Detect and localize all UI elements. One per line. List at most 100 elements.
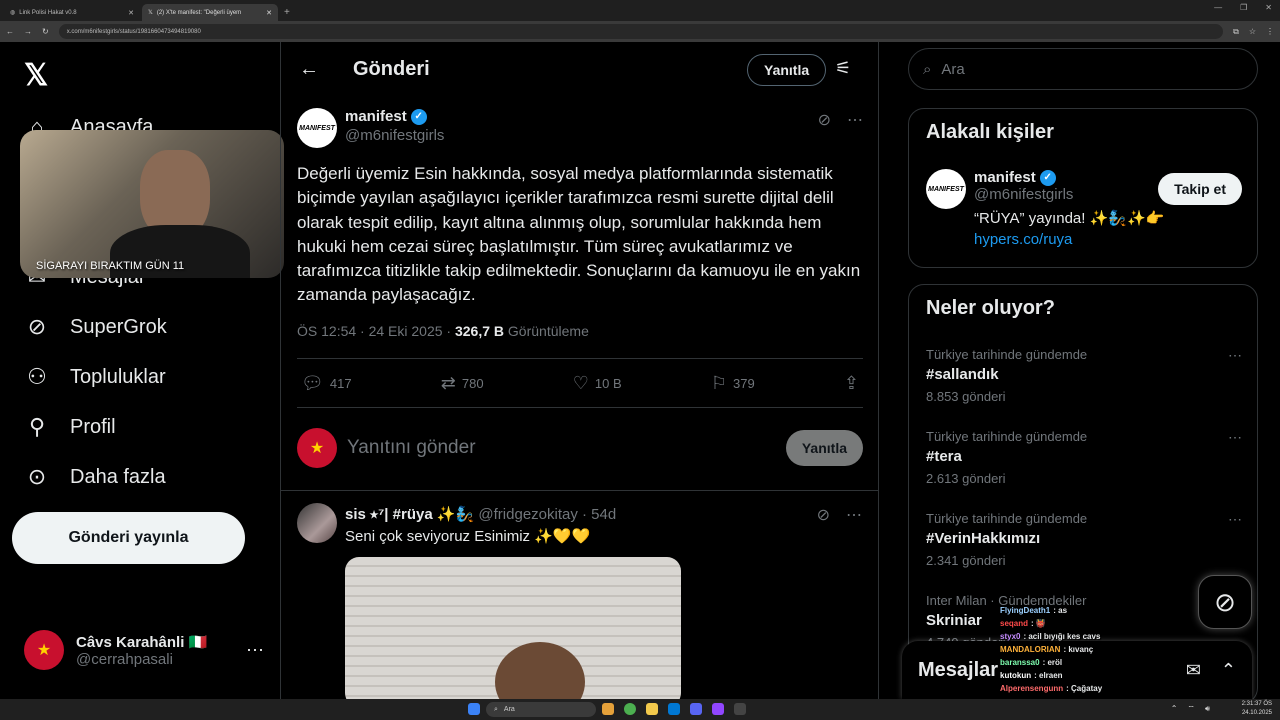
- tweet-time[interactable]: ÖS 12:54 · 24 Eki 2025 ·: [297, 323, 455, 339]
- forward-nav-icon[interactable]: →: [24, 27, 32, 36]
- reply-submit-button[interactable]: Yanıtla: [785, 430, 863, 466]
- chat-message: styx0: acil bıyığı kes cavs: [1000, 630, 1190, 643]
- grok-icon[interactable]: ⊘: [817, 505, 830, 525]
- chat-text: : kıvanç: [1063, 645, 1094, 654]
- verified-badge-icon: ✓: [410, 108, 427, 125]
- grok-icon[interactable]: ⊘: [818, 110, 831, 130]
- clock[interactable]: 2:31:37 ÖS 24.10.2025: [1242, 700, 1272, 718]
- close-tab-icon[interactable]: ✕: [266, 9, 272, 17]
- clock-time: 2:31:37 ÖS: [1241, 701, 1272, 707]
- reply-image[interactable]: [345, 557, 681, 707]
- more-options-icon[interactable]: ⋯: [847, 110, 863, 130]
- related-person[interactable]: MANIFEST manifest ✓ @m6nifestgirls “RÜYA”…: [926, 169, 1242, 248]
- volume-icon[interactable]: 🔊︎: [1205, 704, 1210, 714]
- chrome-icon[interactable]: [624, 703, 636, 715]
- more-options-icon[interactable]: ⋯: [846, 505, 862, 525]
- search-input[interactable]: ⌕ Ara: [908, 48, 1258, 90]
- url-text: x.com/m6nifestgirls/status/1981660473494…: [66, 28, 201, 35]
- bookmark-icon: ⚐: [710, 372, 727, 393]
- chat-message: kutokun: elraen: [1000, 669, 1190, 682]
- trend-item[interactable]: Türkiye tarihinde gündemde #tera 2.613 g…: [926, 429, 1242, 486]
- chat-text: : 👹: [1031, 619, 1046, 628]
- reload-icon[interactable]: ↻: [42, 27, 49, 36]
- chat-message: Alperensengunn: Çağatay: [1000, 682, 1190, 695]
- nav-profile[interactable]: ⚲ Profil: [24, 414, 116, 440]
- browser-menu-icon[interactable]: ⋮: [1266, 27, 1274, 36]
- post-button[interactable]: Gönderi yayınla: [12, 512, 245, 564]
- windows-start-icon[interactable]: [468, 703, 480, 715]
- bookmark-star-icon[interactable]: ☆: [1249, 27, 1256, 36]
- trend-context: Türkiye tarihinde gündemde: [926, 347, 1088, 362]
- account-switcher[interactable]: ★ Câvs Karahânli 🇮🇹 @cerrahpasali ⋯: [24, 630, 264, 670]
- x-app: 𝕏 ⌂Anasayfa ✉Mesajlar ⊘SuperGrok ⚇Toplul…: [0, 42, 1280, 707]
- repost-count: 780: [461, 375, 484, 391]
- new-tab-icon[interactable]: +: [284, 4, 290, 21]
- tweet-author[interactable]: manifest ✓ @m6nifestgirls: [345, 108, 444, 144]
- reply-author-avatar[interactable]: [297, 503, 337, 543]
- repost-action[interactable]: ⇄ 780: [441, 373, 484, 394]
- author-avatar[interactable]: MANIFEST: [297, 108, 337, 148]
- like-count: 10 B: [594, 375, 622, 391]
- trend-count: 2.613 gönderi: [926, 471, 1006, 486]
- reply-composer: ★ Yanıtını gönder Yanıtla: [297, 426, 863, 470]
- related-link[interactable]: hypers.co/ruya: [974, 231, 1164, 248]
- reply-input[interactable]: Yanıtını gönder: [347, 437, 476, 459]
- settings-sliders-icon[interactable]: ⚟: [835, 58, 851, 79]
- trend-more-icon[interactable]: ⋯: [1228, 429, 1242, 446]
- browser-tab-2[interactable]: 𝕏 (2) X'te manifest: "Değerli üyem ✕: [142, 4, 278, 21]
- like-action[interactable]: ♡ 10 B: [573, 373, 622, 394]
- folder-icon[interactable]: [646, 703, 658, 715]
- chat-message: seqand: 👹: [1000, 617, 1190, 630]
- reply-action[interactable]: 💬︎ 417: [301, 373, 352, 394]
- bookmark-action[interactable]: ⚐ 379: [711, 373, 755, 394]
- app-icon[interactable]: [734, 703, 746, 715]
- extensions-icon[interactable]: ⧉: [1233, 27, 1239, 37]
- browser-tab-1[interactable]: ◍ Link Polisi Hakat v0.8 ✕: [4, 4, 140, 21]
- minimize-icon[interactable]: —: [1214, 3, 1222, 12]
- trend-more-icon[interactable]: ⋯: [1228, 347, 1242, 364]
- close-tab-icon[interactable]: ✕: [128, 9, 134, 17]
- account-more-icon[interactable]: ⋯: [246, 640, 264, 661]
- tray-chevron-icon[interactable]: ⌃: [1171, 704, 1178, 714]
- address-bar[interactable]: x.com/m6nifestgirls/status/1981660473494…: [58, 24, 1224, 39]
- share-action[interactable]: ⇪: [844, 373, 859, 394]
- x-logo-icon[interactable]: 𝕏: [24, 58, 48, 93]
- trend-item[interactable]: Türkiye tarihinde gündemde #VerinHakkımı…: [926, 511, 1242, 568]
- reply-author[interactable]: sis ⭑⁷| #rüya ✨🧞 @fridgezokitay · 54d: [345, 505, 616, 523]
- close-window-icon[interactable]: ✕: [1265, 3, 1272, 12]
- main-column: ← Gönderi Yanıtla ⚟ MANIFEST manifest ✓ @…: [280, 42, 879, 707]
- window-controls: — ❐ ✕: [1214, 3, 1272, 12]
- tweet-text: Değerli üyemiz Esin hakkında, sosyal med…: [297, 164, 861, 305]
- chat-user: styx0: [1000, 632, 1021, 641]
- nav-more[interactable]: ⊙ Daha fazla: [24, 464, 166, 490]
- nav-communities[interactable]: ⚇ Topluluklar: [24, 364, 165, 390]
- back-nav-icon[interactable]: ←: [6, 27, 14, 36]
- grok-floating-button[interactable]: ⊘: [1198, 575, 1252, 629]
- page-title: Gönderi: [353, 58, 430, 80]
- trend-tag: #sallandık: [926, 366, 999, 383]
- chat-text: : eröl: [1042, 658, 1063, 667]
- taskbar-search[interactable]: ⌕ Ara: [486, 702, 596, 717]
- trend-count: 2.341 gönderi: [926, 553, 1006, 568]
- webcam-caption: SİGARAYI BIRAKTIM GÜN 11: [36, 260, 185, 272]
- search-icon: ⌕: [923, 60, 932, 78]
- edge-icon[interactable]: [668, 703, 680, 715]
- discord-icon[interactable]: [690, 703, 702, 715]
- reply-header-button[interactable]: Yanıtla: [747, 54, 827, 86]
- nav-supergrok[interactable]: ⊘ SuperGrok: [24, 314, 167, 340]
- reply-count: 417: [329, 375, 352, 391]
- chat-user: seqand: [1000, 619, 1029, 628]
- image-subject: [495, 642, 585, 707]
- twitch-icon[interactable]: [712, 703, 724, 715]
- back-arrow-icon[interactable]: ←: [299, 58, 319, 81]
- trend-item[interactable]: Türkiye tarihinde gündemde #sallandık 8.…: [926, 347, 1242, 404]
- restore-icon[interactable]: ❐: [1240, 3, 1247, 12]
- follow-button[interactable]: Takip et: [1158, 173, 1242, 205]
- x-favicon-icon: 𝕏: [148, 10, 153, 16]
- expand-drawer-icon[interactable]: ⌃: [1221, 660, 1236, 681]
- network-icon[interactable]: ⌔: [1187, 704, 1195, 714]
- file-explorer-icon[interactable]: [602, 703, 614, 715]
- trend-more-icon[interactable]: ⋯: [1228, 511, 1242, 528]
- grok-icon: ⊘: [1214, 586, 1236, 617]
- composer-avatar: ★: [297, 428, 337, 468]
